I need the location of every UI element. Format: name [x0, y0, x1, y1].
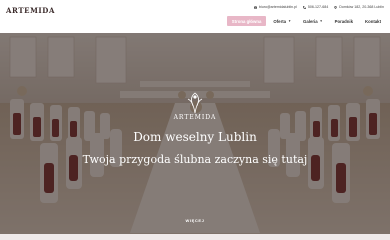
topbar-email-text: biuro@artemidalublin.pl — [259, 5, 297, 9]
nav-item-label: Kontakt — [365, 18, 381, 24]
nav-item-contact[interactable]: Kontakt — [360, 16, 386, 26]
site-header: ARTEMIDA biuro@artemidalublin.pl 506-127… — [0, 0, 390, 34]
nav-item-guide[interactable]: Poradnik — [330, 16, 358, 26]
topbar-email[interactable]: biuro@artemidalublin.pl — [254, 5, 297, 9]
bottom-strip — [0, 234, 390, 240]
nav-item-home[interactable]: Strona główna — [226, 16, 267, 26]
phone-icon — [302, 5, 306, 9]
hero-brand: ARTEMIDA — [173, 114, 217, 121]
topbar-phone-text: 506-127-684 — [307, 5, 329, 9]
topbar: biuro@artemidalublin.pl 506-127-684 Domk… — [254, 3, 384, 11]
main-nav: Strona główna Oferta ▼ Galeria ▼ Poradni… — [226, 16, 386, 26]
topbar-phone[interactable]: 506-127-684 — [302, 5, 329, 9]
chevron-down-icon: ▼ — [319, 19, 323, 23]
hero-subtitle: Twoja przygoda ślubna zaczyna się tutaj — [82, 153, 308, 166]
hero-content: ARTEMIDA Dom weselny Lublin Twoja przygo… — [0, 33, 390, 234]
topbar-address[interactable]: Domków 182, 20-368 Lublin — [334, 5, 384, 9]
nav-item-gallery[interactable]: Galeria ▼ — [298, 16, 328, 26]
artemida-emblem-icon — [187, 92, 203, 114]
hero-section: ARTEMIDA Dom weselny Lublin Twoja przygo… — [0, 33, 390, 234]
more-link[interactable]: WIĘCEJ — [0, 218, 390, 223]
mail-icon — [254, 5, 258, 9]
nav-item-label: Poradnik — [334, 18, 353, 24]
nav-item-label: Oferta — [273, 18, 287, 24]
chevron-down-icon: ▼ — [288, 19, 292, 23]
logo-text: ARTEMIDA — [6, 5, 55, 15]
hero-title: Dom weselny Lublin — [133, 130, 257, 144]
topbar-address-text: Domków 182, 20-368 Lublin — [339, 5, 384, 9]
logo[interactable]: ARTEMIDA — [6, 3, 54, 17]
location-pin-icon — [334, 5, 337, 9]
nav-item-label: Galeria — [303, 18, 318, 24]
nav-item-label: Strona główna — [231, 18, 262, 24]
nav-item-offer[interactable]: Oferta ▼ — [268, 16, 296, 26]
